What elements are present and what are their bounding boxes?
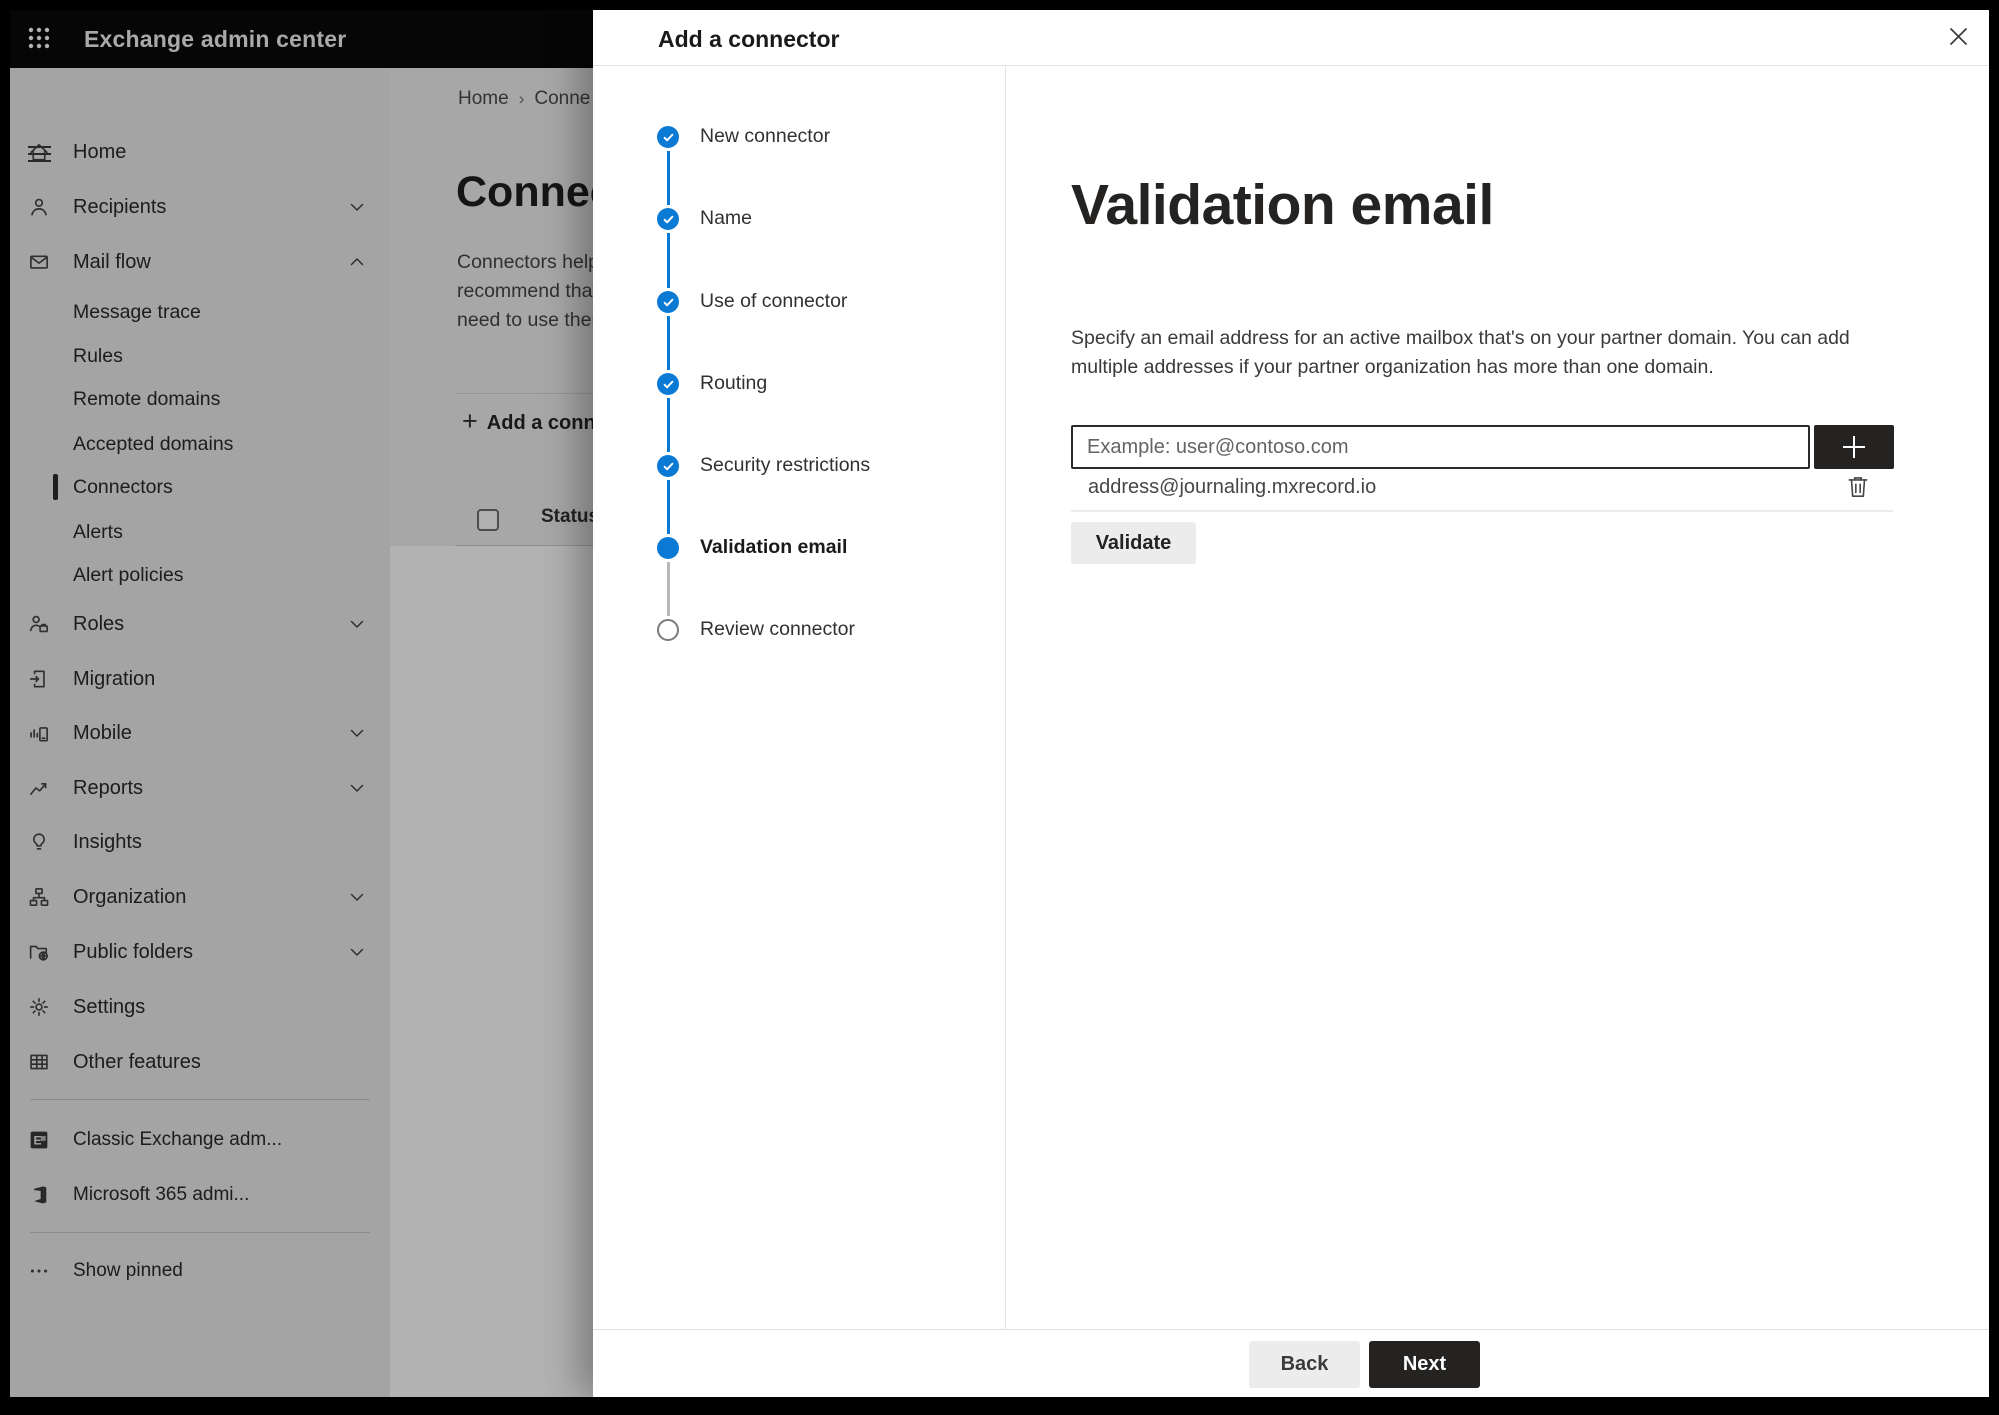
wizard-step-validation-email[interactable]: Validation email bbox=[593, 526, 993, 570]
step-check-icon bbox=[657, 455, 679, 477]
wizard-step-routing[interactable]: Routing bbox=[593, 362, 993, 406]
email-input[interactable] bbox=[1071, 425, 1810, 469]
step-check-icon bbox=[657, 373, 679, 395]
validate-button[interactable]: Validate bbox=[1071, 522, 1196, 564]
screenshot-frame: Exchange admin center Home Recipients Ma… bbox=[0, 0, 1999, 1415]
wizard-step-use-of-connector[interactable]: Use of connector bbox=[593, 280, 993, 324]
back-button[interactable]: Back bbox=[1249, 1341, 1360, 1388]
wizard-step-name[interactable]: Name bbox=[593, 197, 993, 241]
wizard-step-review-connector[interactable]: Review connector bbox=[593, 608, 993, 652]
next-button[interactable]: Next bbox=[1369, 1341, 1480, 1388]
step-check-icon bbox=[657, 126, 679, 148]
dialog-title: Add a connector bbox=[658, 26, 840, 52]
trash-icon[interactable] bbox=[1843, 472, 1873, 502]
step-current-icon bbox=[657, 537, 679, 559]
step-description: Specify an email address for an active m… bbox=[1071, 327, 1850, 378]
wizard-step-security-restrictions[interactable]: Security restrictions bbox=[593, 444, 993, 488]
step-upcoming-icon bbox=[657, 619, 679, 641]
wizard-step-new-connector[interactable]: New connector bbox=[593, 115, 993, 159]
close-icon[interactable] bbox=[1941, 19, 1975, 53]
add-email-button[interactable] bbox=[1814, 425, 1894, 469]
exchange-admin-center-app: Exchange admin center Home Recipients Ma… bbox=[10, 10, 1989, 1397]
validation-address: address@journaling.mxrecord.io bbox=[1088, 476, 1377, 498]
steps-panel-divider bbox=[1005, 66, 1006, 1329]
add-connector-dialog: Add a connector New connector Name Use o… bbox=[593, 10, 1989, 1397]
address-row-divider bbox=[1071, 510, 1893, 512]
validation-address-row: address@journaling.mxrecord.io bbox=[1071, 464, 1893, 510]
dialog-footer-divider bbox=[593, 1329, 1989, 1330]
dialog-header-divider bbox=[593, 65, 1989, 66]
step-heading: Validation email bbox=[1071, 173, 1494, 237]
step-check-icon bbox=[657, 291, 679, 313]
step-check-icon bbox=[657, 208, 679, 230]
